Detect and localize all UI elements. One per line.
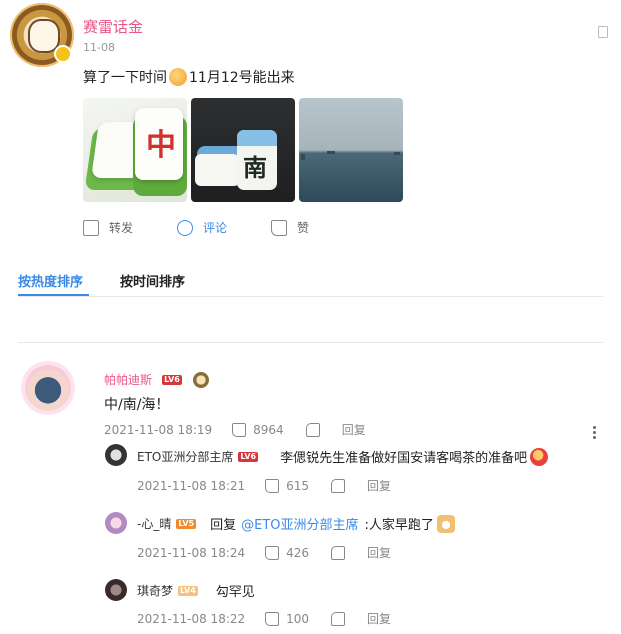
like-label: 赞 <box>297 221 310 235</box>
reply-avatar[interactable] <box>105 579 127 601</box>
level-badge: LV4 <box>178 585 198 596</box>
thumbs-down-icon[interactable] <box>331 611 346 626</box>
post-date: 11-08 <box>83 41 115 54</box>
section-divider <box>18 342 603 343</box>
comment-header: 帕帕迪斯 LV6 <box>104 369 209 388</box>
like-button[interactable]: 赞 <box>271 219 309 236</box>
thumbs-down-icon[interactable] <box>331 478 346 493</box>
level-badge: LV5 <box>176 518 197 529</box>
level-badge: LV6 <box>162 374 182 385</box>
comment-time: 2021-11-08 18:19 <box>104 422 213 437</box>
doge-emoji-icon <box>436 514 455 533</box>
author-avatar[interactable] <box>10 3 74 67</box>
reply-author-name[interactable]: 琪奇梦 <box>137 582 173 599</box>
reply-author-name[interactable]: ETO亚洲分部主席 <box>137 448 233 465</box>
comment-icon <box>177 219 194 236</box>
image-mahjong-nan[interactable]: 南 <box>191 98 295 202</box>
thumbs-up-icon <box>271 219 288 236</box>
share-label: 转发 <box>109 221 134 235</box>
verified-badge-icon <box>54 45 72 63</box>
more-options-icon[interactable] <box>593 426 596 439</box>
ship-shape <box>327 151 335 154</box>
like-count: 8964 <box>253 422 284 437</box>
ship-shape <box>394 152 400 155</box>
thumbs-up-icon[interactable] <box>265 545 280 560</box>
image-sea[interactable] <box>299 98 403 202</box>
reply-meta: 2021-11-08 18:21 615 回复 <box>137 477 391 494</box>
reply-line: 琪奇梦 LV4 勾罕见 <box>137 581 255 600</box>
tabs-divider <box>18 296 603 297</box>
post-text-part1: 算了一下时间 <box>83 70 167 86</box>
share-icon <box>83 219 99 236</box>
reply-button[interactable]: 回复 <box>367 477 391 494</box>
reply-line: ETO亚洲分部主席 LV6 李偲锐先生准备做好国安请客喝茶的准备吧 <box>137 447 549 466</box>
reply-meta: 2021-11-08 18:22 100 回复 <box>137 610 391 627</box>
mention-link[interactable]: @ETO亚洲分部主席 <box>241 514 358 533</box>
reply-button[interactable]: 回复 <box>367 610 391 627</box>
ship-shape <box>301 154 305 160</box>
post-actions: 转发 评论 赞 <box>83 219 353 236</box>
reply-text: 勾罕见 <box>215 585 255 600</box>
post-images: 中 南 <box>83 98 403 202</box>
medal-icon <box>192 371 209 388</box>
comment-button[interactable]: 评论 <box>177 219 227 236</box>
reply-time: 2021-11-08 18:24 <box>137 545 246 560</box>
doge-emoji-icon <box>169 68 187 86</box>
image-mahjong-zhong[interactable]: 中 <box>83 98 187 202</box>
tab-sort-hot[interactable]: 按热度排序 <box>18 271 83 290</box>
nan-glyph: 南 <box>243 153 267 182</box>
thumbs-down-icon[interactable] <box>305 422 320 437</box>
reply-text: 李偲锐先生准备做好国安请客喝茶的准备吧 <box>280 451 528 466</box>
post-text-part2: 11月12号能出来 <box>189 70 295 86</box>
thumbs-up-icon[interactable] <box>265 611 280 626</box>
thumbs-up-icon[interactable] <box>265 478 280 493</box>
post-text: 算了一下时间 11月12号能出来 <box>83 67 295 87</box>
reply-line: -心_晴 LV5 回复 @ETO亚洲分部主席 :人家早跑了 <box>137 514 455 533</box>
like-count: 426 <box>286 545 310 560</box>
commenter-avatar[interactable] <box>25 365 71 411</box>
comment-text: 中/南/海！ <box>104 397 170 413</box>
reply-author-name[interactable]: -心_晴 <box>137 515 171 532</box>
comment-meta: 2021-11-08 18:19 8964 回复 <box>104 421 366 438</box>
thumbs-up-icon[interactable] <box>232 422 247 437</box>
commenter-name[interactable]: 帕帕迪斯 <box>104 373 152 387</box>
tab-sort-time[interactable]: 按时间排序 <box>120 271 185 290</box>
reply-text: :人家早跑了 <box>364 518 434 533</box>
comment-label: 评论 <box>203 221 228 235</box>
reply-avatar[interactable] <box>105 512 127 534</box>
zhong-glyph: 中 <box>146 128 176 163</box>
reply-button[interactable]: 回复 <box>342 421 366 438</box>
reply-meta: 2021-11-08 18:24 426 回复 <box>137 544 391 561</box>
reply-time: 2021-11-08 18:21 <box>137 478 246 493</box>
thumbs-down-icon[interactable] <box>331 545 346 560</box>
more-options-icon[interactable] <box>598 26 608 38</box>
reply-button[interactable]: 回复 <box>367 544 391 561</box>
emoji-icon <box>530 447 549 466</box>
share-button[interactable]: 转发 <box>83 219 133 236</box>
tile-top-blue <box>237 130 277 146</box>
reply-prefix: 回复 <box>210 518 237 533</box>
like-count: 615 <box>286 478 310 493</box>
tile-body-2 <box>195 154 239 186</box>
like-count: 100 <box>286 611 310 626</box>
author-name[interactable]: 赛雷话金 <box>83 16 143 37</box>
reply-time: 2021-11-08 18:22 <box>137 611 246 626</box>
reply-avatar[interactable] <box>105 444 127 466</box>
level-badge: LV6 <box>238 451 259 462</box>
